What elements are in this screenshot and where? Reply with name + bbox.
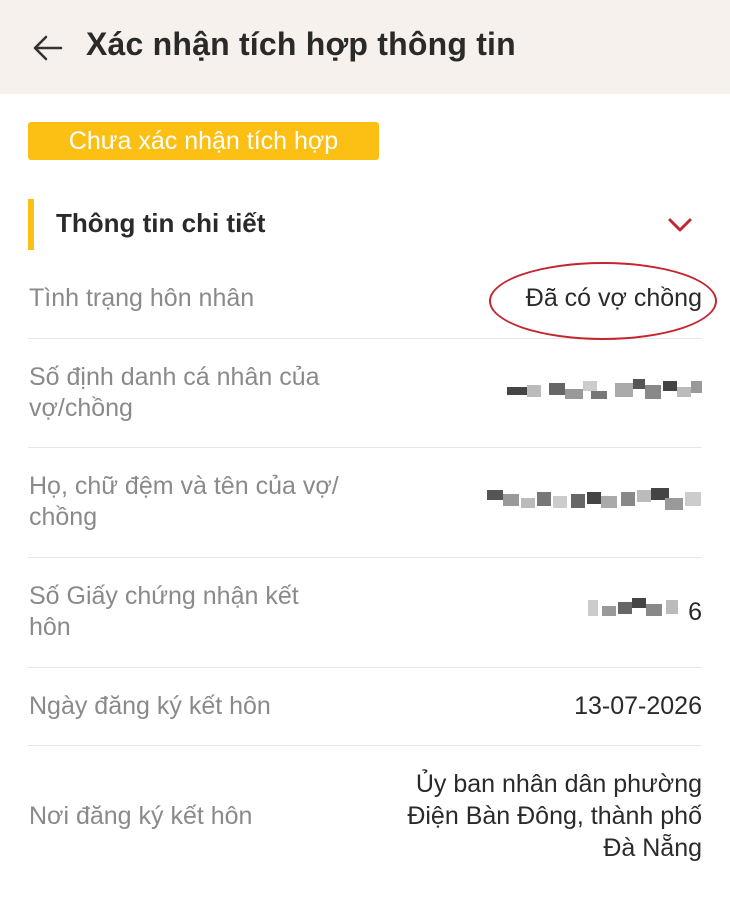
row-label-line1: Họ, chữ đệm và tên của vợ/ xyxy=(29,472,339,500)
section-title: Thông tin chi tiết xyxy=(56,208,266,238)
app-header: Xác nhận tích hợp thông tin xyxy=(0,0,730,94)
redacted-value xyxy=(487,488,701,510)
row-value-line3: Đà Nẵng xyxy=(603,834,702,862)
row-label-line1: Số định danh cá nhân của xyxy=(29,363,320,391)
redacted-value xyxy=(507,379,702,399)
row-label: Nơi đăng ký kết hôn xyxy=(29,802,253,830)
arrow-left-icon xyxy=(33,35,63,61)
row-label: Ngày đăng ký kết hôn xyxy=(29,692,271,720)
row-value-tail: 6 xyxy=(688,598,702,626)
row-label-line2: hôn xyxy=(29,613,71,641)
highlight-circle-annotation xyxy=(489,262,717,340)
row-label-line2: chồng xyxy=(29,503,98,531)
row-spouse-id: Số định danh cá nhân của vợ/chồng xyxy=(28,339,702,448)
row-value-line1: Ủy ban nhân dân phường xyxy=(415,770,702,798)
row-marriage-date: Ngày đăng ký kết hôn 13-07-2026 xyxy=(28,668,702,746)
row-value-line2: Điện Bàn Đông, thành phố xyxy=(407,802,702,830)
row-value: 13-07-2026 xyxy=(574,692,702,720)
redacted-value xyxy=(588,598,678,616)
row-marriage-place: Nơi đăng ký kết hôn Ủy ban nhân dân phườ… xyxy=(28,746,702,886)
back-button[interactable] xyxy=(28,28,68,68)
row-spouse-name: Họ, chữ đệm và tên của vợ/ chồng xyxy=(28,448,702,558)
chevron-down-icon[interactable] xyxy=(664,212,696,238)
row-label-line2: vợ/chồng xyxy=(29,394,133,422)
row-label-line1: Số Giấy chứng nhận kết xyxy=(29,582,299,610)
section-accent-bar xyxy=(28,199,34,250)
status-badge: Chưa xác nhận tích hợp xyxy=(28,122,379,160)
page-title: Xác nhận tích hợp thông tin xyxy=(86,26,516,62)
row-label: Tình trạng hôn nhân xyxy=(29,284,255,312)
row-marriage-certificate: Số Giấy chứng nhận kết hôn 6 xyxy=(28,558,702,668)
